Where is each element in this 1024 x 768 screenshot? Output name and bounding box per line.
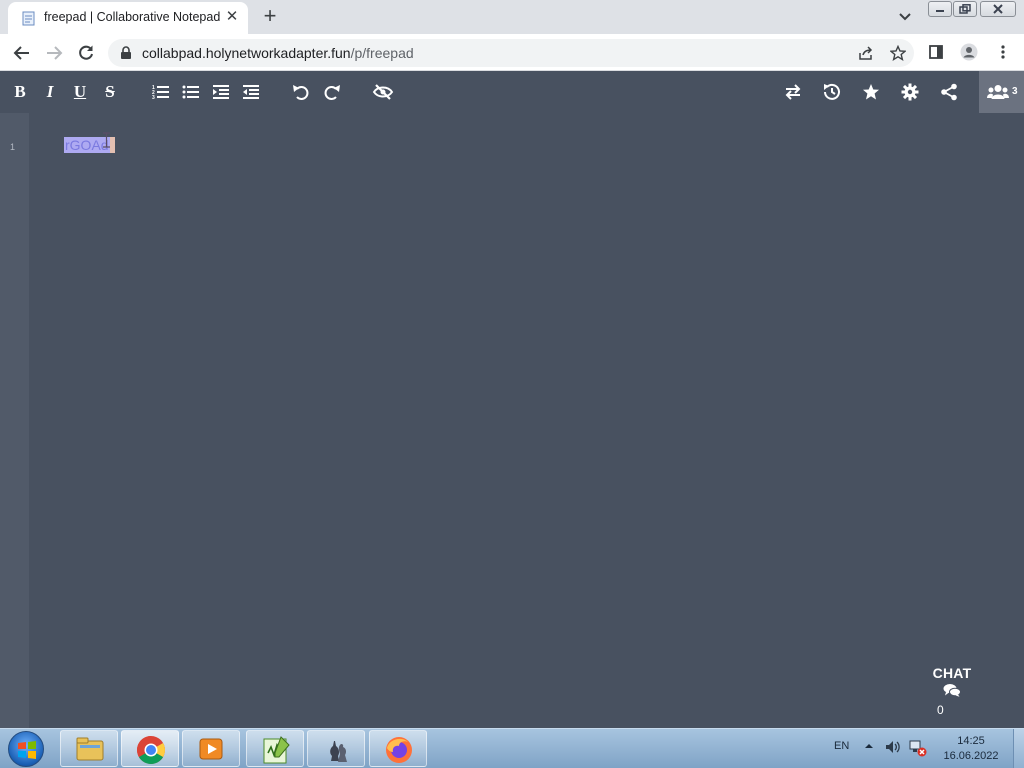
arrow-right-icon <box>47 46 63 60</box>
reload-icon <box>79 45 93 60</box>
show-users-button[interactable]: 3 <box>979 71 1024 113</box>
window-minimize-button[interactable] <box>928 1 952 17</box>
url-path: /p/freepad <box>350 45 414 61</box>
url-text: collabpad.holynetworkadapter.fun/p/freep… <box>142 45 414 61</box>
gear-icon <box>901 83 919 101</box>
network-error-icon[interactable] <box>909 739 927 757</box>
clock-time: 14:25 <box>957 735 985 747</box>
text-cursor-icon <box>103 132 110 148</box>
redo-icon <box>324 85 340 100</box>
history-icon <box>824 83 840 100</box>
indent-icon <box>213 85 229 99</box>
line-number-gutter: 1 <box>0 113 29 728</box>
underline-icon: U <box>73 82 87 101</box>
indent-button[interactable] <box>210 81 232 103</box>
share-icon <box>941 83 957 101</box>
window-restore-button[interactable] <box>953 1 977 17</box>
tab-title: freepad | Collaborative Notepad <box>44 10 221 24</box>
tab-close-icon[interactable]: ✕ <box>223 8 241 26</box>
window-close-button[interactable] <box>980 1 1016 17</box>
address-bar[interactable]: collabpad.holynetworkadapter.fun/p/freep… <box>108 39 914 67</box>
browser-tabstrip: freepad | Collaborative Notepad ✕ + <box>0 0 1024 34</box>
import-export-button[interactable] <box>782 81 804 103</box>
users-count: 3 <box>1012 86 1018 97</box>
input-language[interactable]: EN <box>834 740 849 752</box>
bookmark-star-icon[interactable] <box>890 45 906 61</box>
taskbar: EN 14:25 16.06.2022 <box>0 728 1024 768</box>
volume-icon[interactable] <box>885 739 901 755</box>
chat-unread-count: 0 <box>937 703 944 717</box>
share-page-icon[interactable] <box>858 45 874 61</box>
timeslider-button[interactable] <box>821 81 843 103</box>
windows-logo-icon <box>18 741 36 759</box>
svg-text:3: 3 <box>152 95 155 101</box>
chrome-icon <box>137 736 165 764</box>
share-embed-button[interactable] <box>938 81 960 103</box>
forward-button[interactable] <box>42 41 66 65</box>
ordered-list-button[interactable]: 123 <box>150 81 172 103</box>
strikethrough-icon: S <box>105 82 115 101</box>
undo-button[interactable] <box>290 81 312 103</box>
folder-icon <box>76 737 104 761</box>
show-desktop-button[interactable] <box>1013 729 1024 768</box>
back-button[interactable] <box>10 41 34 65</box>
users-icon <box>987 85 1009 99</box>
unordered-list-icon <box>182 85 199 99</box>
outdent-button[interactable] <box>240 81 262 103</box>
pad-editor[interactable]: rGOAd CHAT 0 <box>29 113 1024 728</box>
chat-button[interactable]: CHAT 0 <box>926 665 978 717</box>
notepad-plus-icon <box>263 736 290 764</box>
taskbar-chrome[interactable] <box>121 730 179 767</box>
strikethrough-button[interactable]: S <box>99 81 121 103</box>
tab-search-chevron-icon[interactable] <box>896 9 914 25</box>
media-player-icon <box>199 738 223 760</box>
chat-bubbles-icon <box>943 684 961 697</box>
line-number: 1 <box>10 142 16 152</box>
browser-tab[interactable]: freepad | Collaborative Notepad ✕ <box>8 2 248 34</box>
bold-icon: B <box>14 82 26 101</box>
arrow-left-icon <box>13 46 29 60</box>
browser-menu-icon[interactable] <box>995 44 1011 60</box>
browser-toolbar: collabpad.holynetworkadapter.fun/p/freep… <box>0 34 1024 71</box>
taskbar-chess[interactable] <box>307 730 365 767</box>
url-host: collabpad.holynetworkadapter.fun <box>142 45 351 61</box>
taskbar-explorer[interactable] <box>60 730 118 767</box>
chess-pieces-icon <box>330 741 347 762</box>
tray-chevron-up-icon[interactable] <box>864 741 874 751</box>
settings-button[interactable] <box>899 81 921 103</box>
undo-icon <box>293 85 309 100</box>
star-icon <box>863 84 879 100</box>
pad-toolbar: B I U S 123 3 <box>0 71 1024 113</box>
italic-button[interactable]: I <box>39 81 61 103</box>
taskbar-media-player[interactable] <box>182 730 240 767</box>
taskbar-firefox[interactable] <box>369 730 427 767</box>
start-button[interactable] <box>8 731 44 767</box>
import-export-icon <box>785 84 801 100</box>
system-clock[interactable]: 14:25 16.06.2022 <box>936 734 1006 764</box>
underline-button[interactable]: U <box>69 81 91 103</box>
chat-label: CHAT <box>932 665 972 681</box>
saved-revision-button[interactable] <box>860 81 882 103</box>
reload-button[interactable] <box>74 41 98 65</box>
notepad-favicon-icon <box>22 11 35 26</box>
taskbar-notepad-app[interactable] <box>246 730 304 767</box>
redo-button[interactable] <box>321 81 343 103</box>
italic-icon: I <box>46 82 54 101</box>
profile-avatar-icon[interactable] <box>960 43 978 61</box>
new-tab-button[interactable]: + <box>258 5 282 29</box>
clock-date: 16.06.2022 <box>943 750 999 762</box>
side-panel-icon[interactable] <box>928 44 944 60</box>
ordered-list-icon: 123 <box>152 85 169 101</box>
clear-authorship-button[interactable] <box>371 81 395 103</box>
outdent-icon <box>243 85 259 99</box>
eye-slash-icon <box>372 84 394 100</box>
unordered-list-button[interactable] <box>180 81 202 103</box>
lock-icon <box>121 46 131 59</box>
firefox-icon <box>386 737 412 763</box>
bold-button[interactable]: B <box>9 81 31 103</box>
